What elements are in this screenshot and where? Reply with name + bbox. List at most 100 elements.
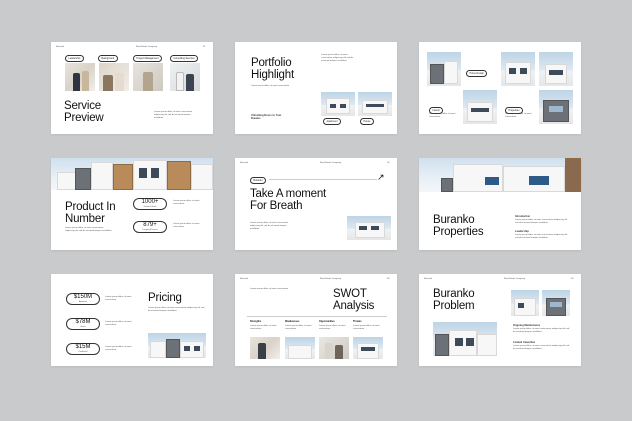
company-label: Real Estate Company [320, 162, 342, 164]
brand-label: Buranko [240, 162, 249, 164]
body-text: Lorem ipsum dolor sit amet consectetur a… [515, 219, 568, 224]
body-text: Lorem ipsum dolor sit amet consectetur [250, 288, 289, 290]
price-label: House [80, 326, 86, 328]
slide-product-in-number[interactable]: Product In Number Lorem ipsum dolor sit … [51, 158, 213, 250]
swot-threats: Threats [353, 320, 362, 323]
slide-title: Take A moment For Breath [250, 188, 327, 213]
tag-background: Background [98, 55, 118, 62]
slide-breath[interactable]: Buranko Real Estate Company 05 Buranko ↗… [235, 158, 397, 250]
photo-building-3 [539, 52, 573, 86]
slide-title: SWOT Analysis [333, 288, 375, 313]
price-desc-3: Lorem ipsum dolor sit amet consectetur [105, 346, 132, 351]
tag-home-design: Home Design [466, 70, 488, 77]
body-text-2: Lorem ipsum dolor sit amet consectetur a… [515, 234, 568, 239]
price-label: Apartment [78, 301, 88, 303]
swot-strengths: Strengths [250, 320, 262, 323]
price-residential: $15M Residential [66, 343, 100, 355]
photo-consulting [170, 63, 200, 91]
swot-weaknesses: Weaknesses [285, 320, 300, 323]
slide-swot[interactable]: Buranko Real Estate Company 08 Lorem ips… [235, 274, 397, 366]
photo-problem-main [433, 322, 497, 356]
stat-label: Satisfied Clients [143, 206, 157, 208]
swot-text-3: Lorem ipsum dolor sit amet consectetur [319, 325, 346, 330]
photo-street-houses [51, 158, 213, 190]
body-text: Lorem ipsum dolor sit amet consectetur a… [148, 307, 205, 312]
photo-swot-4 [353, 337, 383, 359]
stat-label: Completed Projects [142, 229, 158, 231]
swot-text-2: Lorem ipsum dolor sit amet consectetur [285, 325, 312, 330]
swot-opportunities: Opportunities [319, 320, 335, 323]
section-amenities: Limited Amenities [513, 341, 536, 344]
section-leadership: Leadership [515, 230, 529, 233]
tag-brand: Buranko [250, 177, 266, 184]
stat-value: 879+ [143, 222, 157, 228]
slide-title: Service Preview [64, 100, 104, 125]
body-text: Lorem ipsum dolor sit amet consectetur a… [321, 54, 354, 62]
body-text: Lorem ipsum dolor sit amet consectetur [429, 113, 456, 118]
photo-planning [133, 63, 163, 91]
photo-swot-1 [250, 337, 280, 359]
body-text: Lorem ipsum dolor sit amet consectetur a… [513, 328, 570, 333]
photo-modern-house [419, 158, 581, 192]
body-text-2: Lorem ipsum dolor sit amet consectetur a… [513, 345, 570, 350]
slide-problem[interactable]: Buranko Real Estate Company 09 Buranko P… [419, 274, 581, 366]
photo-building-5 [539, 90, 573, 124]
tag-consulting: Consulting Services [170, 55, 199, 62]
photo-building [347, 216, 391, 240]
slide-title: Buranko Properties [433, 214, 484, 239]
body-text-2: Lorem ipsum dolor sit amet consectetur [251, 85, 290, 87]
photo-swot-3 [319, 337, 349, 359]
photo-house [358, 92, 392, 116]
brand-label: Buranko [56, 46, 65, 48]
slide-service-preview[interactable]: Buranko Real Estate Company 01 Leadershi… [51, 42, 213, 134]
swot-text-1: Lorem ipsum dolor sit amet consectetur [250, 325, 277, 330]
photo-problem-1 [511, 290, 539, 316]
body-text: Lorem ipsum dolor sit amet consectetur a… [250, 222, 289, 230]
page-number: 09 [571, 278, 574, 280]
price-value: $78M [75, 319, 91, 325]
body-text: Lorem ipsum dolor sit amet consectetur a… [65, 227, 112, 232]
photo-building-4 [463, 90, 497, 124]
stat-clients: 1000+ Satisfied Clients [133, 198, 167, 210]
slide-properties[interactable]: Buranko Properties Introduction Lorem ip… [419, 158, 581, 250]
brand-label: Buranko [424, 278, 433, 280]
slide-title: Pricing [148, 292, 182, 304]
company-label: Real Estate Company [320, 278, 342, 280]
slide-title: Product In Number [65, 201, 116, 226]
tag-apartment: Apartment [323, 118, 342, 125]
section-introduction: Introduction [515, 215, 531, 218]
photo-problem-2 [542, 290, 570, 316]
page-number: 08 [387, 278, 390, 280]
body-text: Lorem ipsum dolor sit amet consectetur a… [154, 111, 193, 119]
photo-team [65, 63, 95, 91]
arrow-icon: ↗ [377, 172, 385, 182]
stat-desc: Lorem ipsum dolor sit amet consectetur [173, 200, 200, 205]
tag-project-management: Project Management [133, 55, 163, 62]
brand-label: Buranko [240, 278, 249, 280]
slide-portfolio-highlight[interactable]: Portfolio Highlight Lorem ipsum dolor si… [235, 42, 397, 134]
stat-projects: 879+ Completed Projects [133, 221, 167, 233]
divider [269, 179, 377, 180]
price-value: $15M [75, 344, 91, 350]
photo-apartment [321, 92, 355, 116]
tag-house: House [360, 118, 374, 125]
divider [247, 316, 387, 317]
price-apartment: $150M Apartment [66, 293, 100, 305]
price-desc: Lorem ipsum dolor sit amet consectetur [105, 296, 132, 301]
stat-desc-2: Lorem ipsum dolor sit amet consectetur [173, 223, 200, 228]
slide-gallery[interactable]: Home Design Interior Lorem ipsum dolor s… [419, 42, 581, 134]
company-label: Real Estate Company [136, 46, 158, 48]
body-text-2: Lorem ipsum dolor sit amet consectetur [505, 113, 532, 118]
page-number: 01 [203, 46, 206, 48]
company-label: Real Estate Company [504, 278, 526, 280]
photo-swot-2 [285, 337, 315, 359]
slide-title: Buranko Problem [433, 288, 475, 313]
tag-leadership: Leadership [65, 55, 84, 62]
slide-pricing[interactable]: $150M Apartment Lorem ipsum dolor sit am… [51, 274, 213, 366]
price-label: Residential [78, 351, 88, 353]
photo-building-1 [427, 52, 461, 86]
slide-title: Portfolio Highlight [251, 57, 294, 82]
price-value: $150M [73, 294, 93, 300]
section-maintenance: Ongoing Maintenance [513, 324, 541, 327]
photo-row-houses [148, 333, 206, 358]
